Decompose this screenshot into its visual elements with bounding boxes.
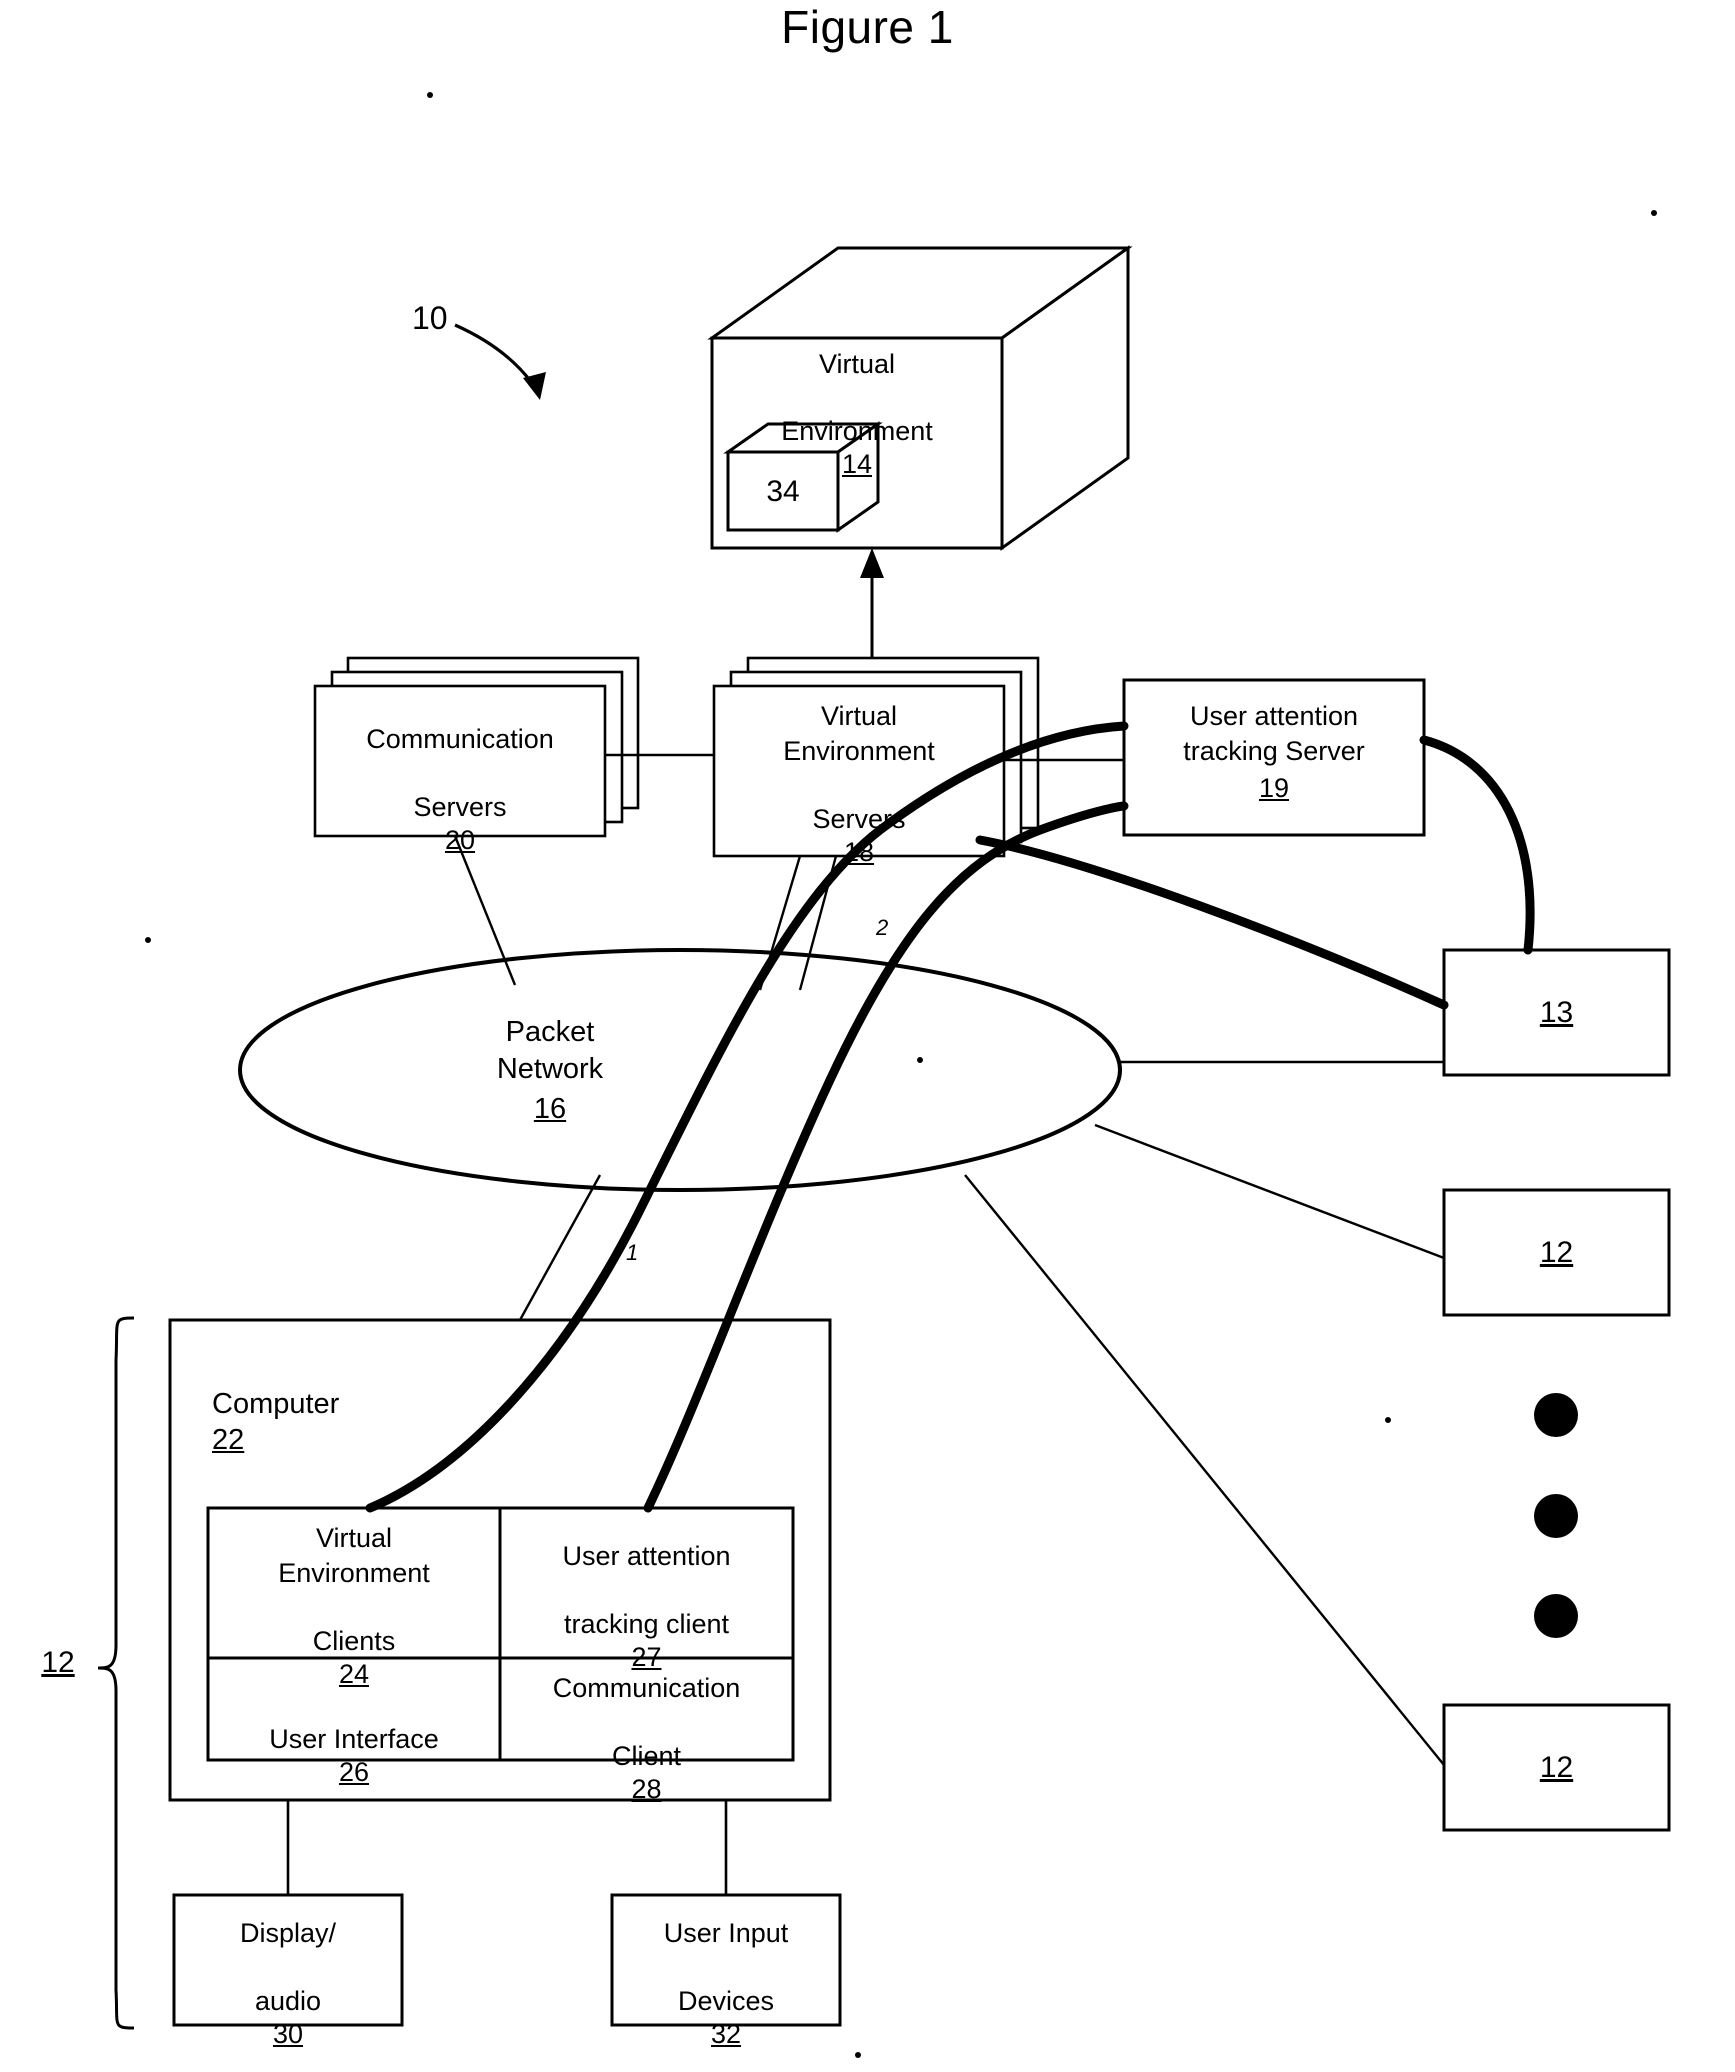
packet-network-line1: Packet: [505, 1016, 595, 1048]
client-group-ref-12: 12: [41, 1646, 75, 1679]
communication-servers-line2: Servers 20: [315, 758, 605, 857]
user-input-devices-line2-text: Devices: [677, 1985, 775, 2016]
module-ve-clients-line3-text: Clients: [312, 1625, 396, 1656]
ve-servers-line3-text: Servers: [812, 803, 906, 834]
computer-label-text: Computer: [212, 1388, 340, 1421]
module-ve-clients-line2: Environment: [278, 1558, 430, 1588]
module-ve-clients-line3: Clients 24: [208, 1592, 500, 1691]
packet-network-line2: Network: [496, 1053, 604, 1085]
display-audio-line2: audio 30: [174, 1952, 402, 2051]
system-ref-10: 10: [412, 300, 448, 336]
module-ve-clients-ref: 24: [338, 1658, 370, 1689]
module-communication-client-ref: 28: [631, 1773, 662, 1804]
computer-label: Computer 22: [212, 1352, 632, 1458]
module-user-interface-ref: 26: [338, 1756, 370, 1787]
terminal-ref-12-a: 12: [1539, 1236, 1574, 1269]
computer-ref: 22: [212, 1423, 245, 1456]
ve-servers-line3: Servers 18: [714, 770, 1004, 869]
user-input-devices-line2: Devices 32: [612, 1952, 840, 2051]
terminal-ref-13: 13: [1539, 996, 1574, 1029]
ve-servers-line2: Environment: [783, 736, 935, 766]
uat-server-line1: User attention: [1189, 701, 1359, 731]
link-network-to-terminal-12a: [1094, 1123, 1445, 1260]
communication-servers-line1: Communication: [366, 724, 554, 754]
thick-path-server-to-terminal-13: [1419, 735, 1535, 955]
terminal-ref-12-b: 12: [1539, 1751, 1574, 1784]
flow-label-1: 1: [626, 1240, 639, 1265]
thick-arc-network-to-terminal-13: [975, 835, 1449, 1010]
ellipse-speck: [917, 1057, 923, 1063]
uat-server-line2: tracking Server: [1183, 736, 1365, 766]
module-communication-client-line2: Client 28: [500, 1707, 793, 1806]
packet-network-ref: 16: [533, 1093, 567, 1125]
module-communication-client-line2-text: Client: [611, 1740, 682, 1771]
ve-servers-line1: Virtual: [820, 701, 898, 731]
virtual-environment-box-ref: 14: [841, 448, 873, 479]
display-audio-line1: Display/: [239, 1918, 337, 1948]
flow-label-2: 2: [876, 915, 889, 940]
module-uat-client-ref: 27: [631, 1641, 662, 1672]
arrow-servers-to-environment: [860, 548, 884, 670]
module-user-interface-text: User Interface: [269, 1723, 439, 1754]
communication-servers-line2-text: Servers: [413, 791, 507, 822]
user-input-devices-ref: 32: [710, 2018, 742, 2049]
client-group-bracket: [97, 1316, 135, 2030]
link-network-to-terminal-12b: [964, 1174, 1445, 1766]
module-ve-clients-line1: Virtual: [315, 1523, 393, 1553]
ve-servers-ref: 18: [843, 836, 875, 867]
system-ref-arrow: [454, 323, 546, 400]
module-uat-client-line1: User attention: [562, 1541, 731, 1571]
module-uat-client-line2-text: tracking client: [563, 1608, 730, 1639]
module-user-interface: User Interface 26: [208, 1690, 500, 1789]
module-uat-client-line2: tracking client 27: [500, 1575, 793, 1674]
module-communication-client-line1: Communication: [552, 1673, 741, 1703]
uat-server-ref: 19: [1258, 773, 1290, 803]
user-input-devices-line1: User Input: [663, 1918, 789, 1948]
virtual-environment-box-line1: Virtual: [818, 349, 896, 379]
virtual-environment-box-line2-text: Environment: [781, 415, 933, 446]
ellipsis-dots: [1534, 1393, 1578, 1638]
inner-cube-ref-34: 34: [766, 475, 800, 508]
communication-servers-ref: 20: [444, 824, 476, 855]
virtual-environment-box-line2: Environment 14: [712, 382, 1002, 481]
display-audio-ref: 30: [272, 2018, 304, 2049]
display-audio-line2-text: audio: [254, 1985, 322, 2016]
